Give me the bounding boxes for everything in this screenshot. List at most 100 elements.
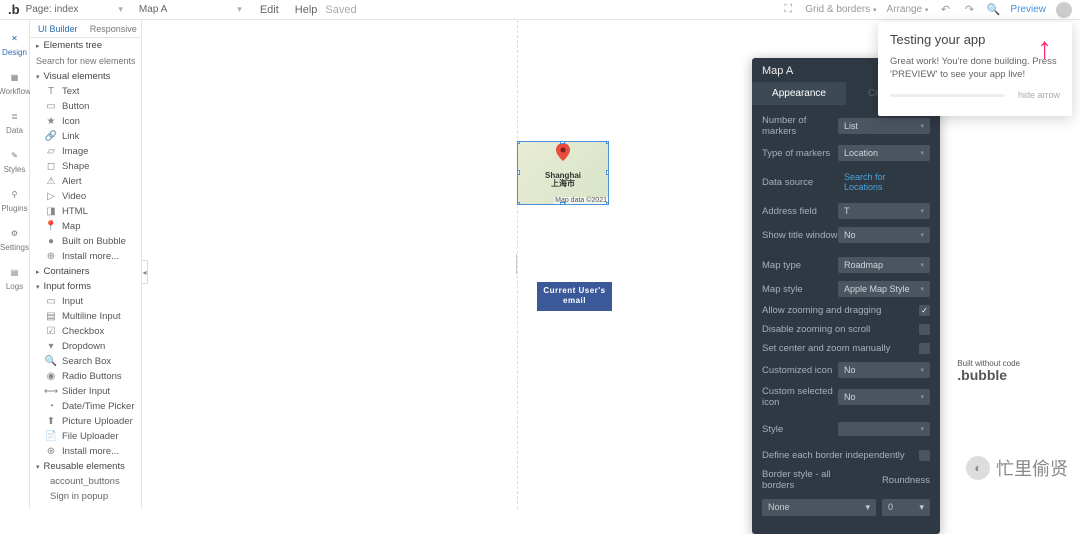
input-roundness[interactable]: 0▾ (882, 499, 930, 516)
resize-handle[interactable] (517, 170, 520, 175)
property-panel[interactable]: Map A Appearance Conditional Number of m… (752, 58, 940, 534)
chk-disable-scroll[interactable] (919, 324, 930, 335)
section-input-forms[interactable]: ▾Input forms (30, 279, 141, 294)
shape-icon: ◻ (46, 162, 56, 172)
lbl-data-source: Data source (762, 177, 838, 188)
tab-logs[interactable]: ▤Logs (0, 258, 29, 297)
lbl-define-border: Define each border independently (762, 450, 919, 461)
elem-file-upload[interactable]: 📄File Uploader (30, 429, 141, 444)
link-data-source[interactable]: Search for Locations (838, 169, 930, 195)
sel-show-title[interactable]: No▾ (838, 227, 930, 243)
section-reusable[interactable]: ▾Reusable elements (30, 459, 141, 474)
tab-ui-builder[interactable]: UI Builder (30, 20, 86, 37)
resize-handle[interactable] (606, 202, 609, 205)
elem-radio[interactable]: ◉Radio Buttons (30, 369, 141, 384)
tab-workflow[interactable]: ▦Workflow (0, 63, 29, 102)
sel-type-markers[interactable]: Location▾ (838, 145, 930, 161)
resize-handle[interactable] (606, 170, 609, 175)
tab-styles[interactable]: ✎Styles (0, 141, 29, 180)
input-icon: ▭ (46, 297, 56, 307)
section-visual[interactable]: ▾Visual elements (30, 69, 141, 84)
sel-style[interactable]: ▾ (838, 422, 930, 436)
map-element[interactable]: Shanghai上海市 Map data ©2021 (517, 141, 609, 205)
sel-num-markers[interactable]: List▾ (838, 118, 930, 134)
tab-appearance[interactable]: Appearance (752, 82, 846, 105)
elem-built-on-bubble[interactable]: ●Built on Bubble (30, 234, 141, 249)
text-icon: T (46, 87, 56, 97)
elem-install-more-2[interactable]: ⊕Install more... (30, 444, 141, 459)
bubble-icon: ● (46, 237, 56, 247)
gift-icon[interactable]: ⛶ (781, 3, 795, 17)
section-elements-tree[interactable]: ▸Elements tree (30, 38, 141, 53)
tab-settings[interactable]: ⚙Settings (0, 219, 29, 258)
avatar[interactable] (1056, 2, 1072, 18)
sel-custom-icon[interactable]: No▾ (838, 362, 930, 378)
canvas[interactable]: ◂ Shanghai上海市 Map data ©2021 Current Use… (142, 20, 1080, 509)
elem-picture-upload[interactable]: ⬆Picture Uploader (30, 414, 141, 429)
preview-button[interactable]: Preview (1010, 4, 1046, 15)
lbl-map-style: Map style (762, 284, 838, 295)
page-selector[interactable]: Page: index ▾ (26, 4, 123, 15)
elem-link[interactable]: 🔗Link (30, 129, 141, 144)
help-menu[interactable]: Help (295, 4, 318, 16)
elem-map[interactable]: 📍Map (30, 219, 141, 234)
elem-video[interactable]: ▷Video (30, 189, 141, 204)
edit-menu[interactable]: Edit (260, 4, 279, 16)
elem-html[interactable]: ◨HTML (30, 204, 141, 219)
sel-map-style[interactable]: Apple Map Style▾ (838, 281, 930, 297)
search-icon[interactable]: 🔍 (986, 3, 1000, 17)
brush-icon: ✎ (7, 147, 23, 163)
email-element[interactable]: Current User's email (537, 282, 612, 311)
redo-icon[interactable]: ↷ (962, 3, 976, 17)
arrow-up-icon (1037, 32, 1052, 66)
radio-icon: ◉ (46, 372, 56, 382)
elem-datetime[interactable]: ◔Date/Time Picker (30, 399, 141, 414)
multiline-icon: ▤ (46, 312, 56, 322)
reusable-account-buttons[interactable]: account_buttons (30, 474, 141, 489)
elem-text[interactable]: TText (30, 84, 141, 99)
elem-icon[interactable]: ★Icon (30, 114, 141, 129)
elem-checkbox[interactable]: ☑Checkbox (30, 324, 141, 339)
arrange-menu[interactable]: Arrange ▾ (887, 4, 929, 15)
elem-slider[interactable]: ⟷Slider Input (30, 384, 141, 399)
search-input[interactable] (36, 56, 135, 66)
bubble-logo[interactable]: .b (8, 2, 20, 17)
elem-image[interactable]: ▱Image (30, 144, 141, 159)
element-selector[interactable]: Map A ▾ (139, 4, 242, 15)
resize-handle[interactable] (606, 141, 609, 144)
resize-handle[interactable] (517, 141, 520, 144)
sel-addr-field[interactable]: T▾ (838, 203, 930, 219)
resize-handle[interactable] (560, 202, 565, 205)
tab-data[interactable]: ≣Data (0, 102, 29, 141)
sel-map-type[interactable]: Roadmap▾ (838, 257, 930, 273)
elem-dropdown[interactable]: ▾Dropdown (30, 339, 141, 354)
hide-arrow-link[interactable]: hide arrow (1018, 90, 1060, 100)
tab-plugins[interactable]: ⚲Plugins (0, 180, 29, 219)
lbl-custom-icon: Customized icon (762, 365, 838, 376)
chk-allow-zoom[interactable] (919, 305, 930, 316)
wechat-icon: ◐ (966, 456, 990, 480)
sel-custom-sel-icon[interactable]: No▾ (838, 389, 930, 405)
lbl-roundness: Roundness (846, 475, 930, 486)
grid-borders-toggle[interactable]: Grid & borders ▾ (805, 4, 876, 15)
undo-icon[interactable]: ↶ (938, 3, 952, 17)
section-containers[interactable]: ▸Containers (30, 264, 141, 279)
elem-input[interactable]: ▭Input (30, 294, 141, 309)
chk-define-border[interactable] (919, 450, 930, 461)
elem-button[interactable]: ▭Button (30, 99, 141, 114)
collapse-handle[interactable]: ◂ (142, 260, 148, 284)
tab-design[interactable]: ✕Design (0, 24, 29, 63)
elem-shape[interactable]: ◻Shape (30, 159, 141, 174)
elem-install-more[interactable]: ⊕Install more... (30, 249, 141, 264)
tip-body: Great work! You're done building. Press … (890, 55, 1060, 82)
elem-multiline[interactable]: ▤Multiline Input (30, 309, 141, 324)
resize-handle[interactable] (517, 202, 520, 205)
chk-set-center[interactable] (919, 343, 930, 354)
resize-handle[interactable] (560, 141, 565, 144)
sel-border-style[interactable]: None▾ (762, 499, 876, 516)
elem-searchbox[interactable]: 🔍Search Box (30, 354, 141, 369)
tab-responsive[interactable]: Responsive (86, 20, 142, 37)
elem-alert[interactable]: ⚠Alert (30, 174, 141, 189)
search-icon: 🔍 (46, 357, 56, 367)
reusable-signin-popup[interactable]: Sign in popup (30, 489, 141, 504)
